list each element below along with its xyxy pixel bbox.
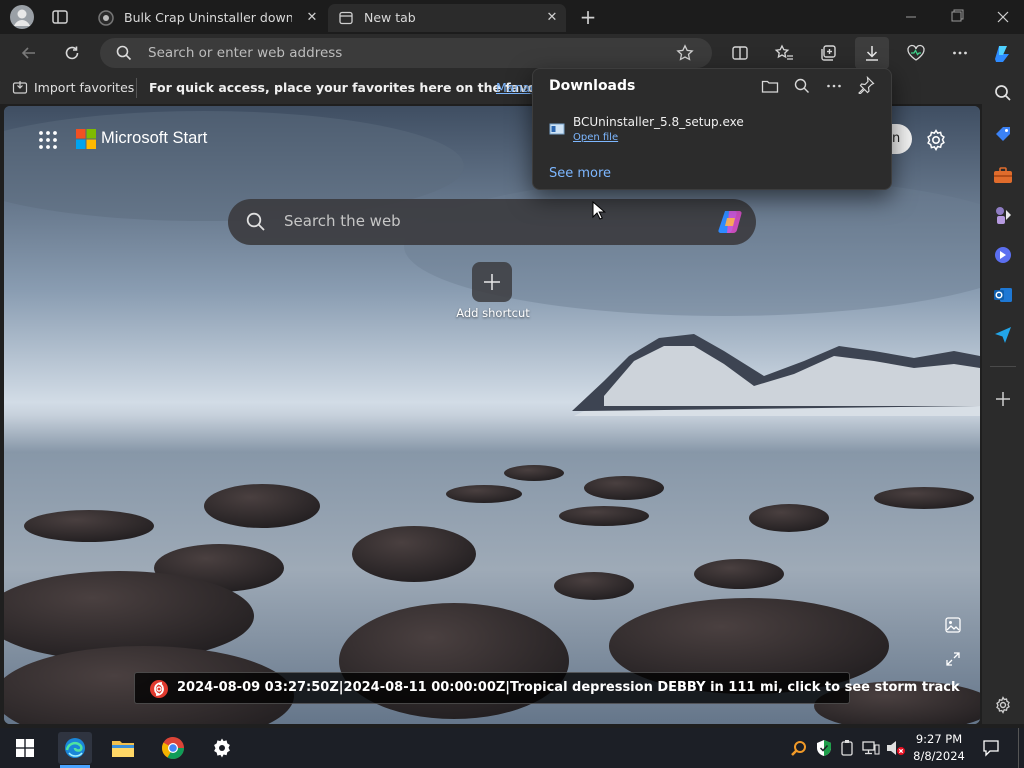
- copilot-search-icon[interactable]: [716, 208, 746, 236]
- notification-center-icon[interactable]: [982, 739, 1000, 757]
- address-placeholder: Search or enter web address: [148, 45, 343, 61]
- tray-device-icon[interactable]: [840, 739, 854, 757]
- web-search-placeholder: Search the web: [284, 212, 401, 230]
- microsoft-logo-icon: [76, 129, 96, 149]
- sidebar-tools-icon[interactable]: [992, 164, 1014, 186]
- taskbar-file-explorer-icon[interactable]: [106, 732, 140, 764]
- clock-date[interactable]: 8/8/2024: [908, 749, 970, 763]
- sidebar-outlook-icon[interactable]: [992, 284, 1014, 306]
- refresh-button[interactable]: [57, 38, 87, 68]
- new-tab-plus-icon[interactable]: +: [578, 7, 598, 27]
- close-tab-icon[interactable]: ✕: [544, 10, 560, 26]
- start-button-windows-icon[interactable]: [8, 732, 42, 764]
- close-tab-icon[interactable]: ✕: [304, 10, 320, 26]
- downloads-title: Downloads: [549, 78, 636, 94]
- tray-volume-muted-icon[interactable]: [886, 740, 906, 756]
- minimize-icon[interactable]: [896, 8, 926, 26]
- add-shortcut-label: Add shortcut: [456, 306, 530, 320]
- site-favicon-icon: [98, 10, 114, 26]
- add-favorite-star-icon[interactable]: [676, 44, 694, 62]
- tray-defender-shield-icon[interactable]: [815, 739, 833, 757]
- background-image-info-icon[interactable]: [944, 616, 962, 634]
- tab-title: New tab: [364, 10, 416, 25]
- news-ticker-text: 2024-08-09 03:27:50Z|2024-08-11 00:00:00…: [177, 680, 960, 695]
- sidebar-settings-gear-icon[interactable]: [992, 694, 1014, 716]
- tab-new-tab[interactable]: New tab ✕: [328, 4, 566, 32]
- sidebar-add-icon[interactable]: [992, 388, 1014, 410]
- see-more-link[interactable]: See more: [549, 166, 611, 181]
- downloads-button[interactable]: [855, 37, 889, 69]
- tray-network-icon[interactable]: [862, 740, 880, 756]
- storm-alert-icon: [149, 679, 169, 699]
- address-bar[interactable]: Search or enter web address: [100, 38, 712, 68]
- split-screen-icon[interactable]: [725, 38, 755, 68]
- pin-downloads-icon[interactable]: [857, 76, 875, 94]
- edge-sidebar: [982, 72, 1024, 724]
- mouse-cursor-icon: [592, 201, 606, 221]
- clock-time[interactable]: 9:27 PM: [908, 732, 970, 746]
- navigation-bar: Search or enter web address: [0, 34, 1024, 72]
- taskbar-edge-icon[interactable]: [58, 732, 92, 764]
- tab-actions-icon[interactable]: [50, 7, 70, 27]
- downloads-flyout: Downloads BCUninstaller_5.8_setup.exe Op…: [532, 68, 892, 190]
- open-file-link[interactable]: Open file: [573, 132, 618, 143]
- collections-icon[interactable]: [813, 38, 843, 68]
- tab-bulk-crap-uninstaller[interactable]: Bulk Crap Uninstaller download f ✕: [88, 4, 326, 32]
- download-filename: BCUninstaller_5.8_setup.exe: [573, 115, 744, 129]
- news-ticker[interactable]: 2024-08-09 03:27:50Z|2024-08-11 00:00:00…: [134, 672, 960, 704]
- open-downloads-folder-icon[interactable]: [761, 77, 779, 95]
- web-search-box[interactable]: Search the web: [228, 199, 756, 245]
- sidebar-search-icon[interactable]: [992, 82, 1014, 104]
- search-icon: [246, 212, 266, 232]
- sidebar-shopping-icon[interactable]: [992, 124, 1014, 146]
- windows-taskbar: 9:27 PM 8/8/2024: [0, 728, 1024, 768]
- add-shortcut-button[interactable]: [472, 262, 512, 302]
- search-icon: [116, 45, 132, 61]
- title-bar: Bulk Crap Uninstaller download f ✕ New t…: [0, 0, 1024, 34]
- profile-avatar[interactable]: [10, 5, 34, 29]
- download-item[interactable]: BCUninstaller_5.8_setup.exe Open file: [533, 111, 891, 151]
- new-tab-page-icon: [338, 10, 354, 26]
- show-desktop-button[interactable]: [1018, 728, 1024, 768]
- restore-icon[interactable]: [942, 8, 972, 26]
- favorites-icon[interactable]: [769, 38, 799, 68]
- sidebar-games-icon[interactable]: [992, 204, 1014, 226]
- sidebar-send-icon[interactable]: [992, 324, 1014, 346]
- more-menu-icon[interactable]: [945, 38, 975, 68]
- copilot-icon[interactable]: [987, 38, 1017, 68]
- downloads-more-options-icon[interactable]: [825, 77, 843, 95]
- app-launcher-icon[interactable]: [38, 130, 58, 150]
- import-favorites-icon: [12, 80, 28, 96]
- close-window-icon[interactable]: [988, 8, 1018, 26]
- search-downloads-icon[interactable]: [793, 77, 811, 95]
- tab-title: Bulk Crap Uninstaller download f: [124, 10, 292, 25]
- import-favorites-button[interactable]: Import favorites: [34, 80, 134, 95]
- back-button[interactable]: [14, 38, 44, 68]
- taskbar-settings-gear-icon[interactable]: [205, 732, 239, 764]
- divider: [136, 78, 137, 98]
- taskbar-chrome-icon[interactable]: [156, 732, 190, 764]
- expand-icon[interactable]: [944, 650, 962, 668]
- browser-essentials-icon[interactable]: [901, 38, 931, 68]
- page-settings-gear-icon[interactable]: [924, 128, 948, 152]
- sidebar-copilot-icon[interactable]: [992, 244, 1014, 266]
- microsoft-start-brand[interactable]: Microsoft Start: [101, 129, 207, 148]
- new-tab-page: Microsoft Start n Search the web Add sho…: [4, 106, 980, 724]
- exe-file-icon: [549, 121, 565, 137]
- tray-search-magnifier-icon[interactable]: [790, 740, 808, 758]
- sidebar-divider: [990, 366, 1016, 367]
